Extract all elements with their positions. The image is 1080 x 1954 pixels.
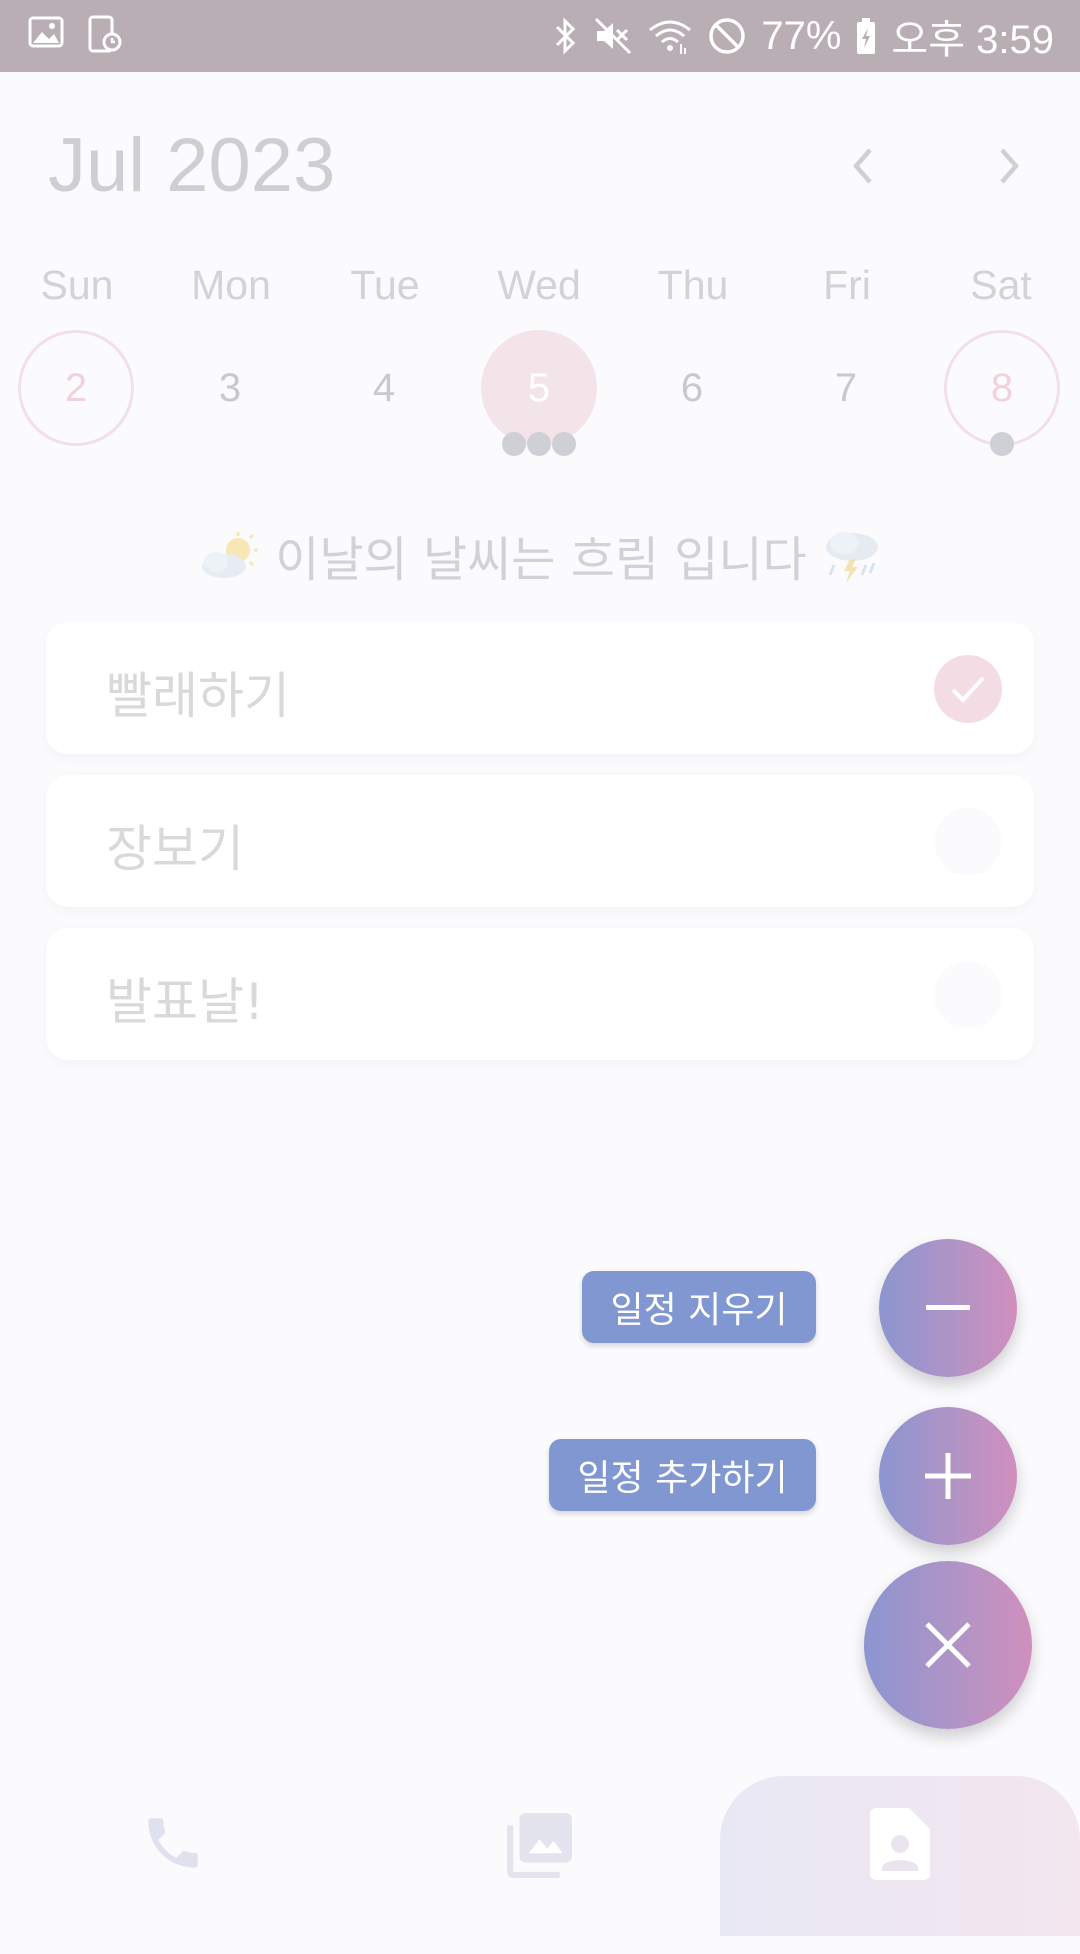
previous-week-button[interactable] <box>838 140 890 192</box>
phone-icon <box>148 1818 198 1868</box>
task-item[interactable]: 장보기 <box>46 775 1034 907</box>
battery-icon <box>855 16 877 56</box>
image-icon <box>28 14 64 54</box>
weekday-fri: Fri <box>823 262 871 308</box>
tab-contact-document[interactable] <box>870 1808 934 1952</box>
weekday-thu: Thu <box>657 262 729 308</box>
task-item[interactable]: 발표날! <box>46 928 1034 1060</box>
status-bar: 77% 오후 3:59 <box>0 0 1080 72</box>
day-cell-3[interactable]: 3 <box>172 330 288 446</box>
event-dot <box>502 432 526 456</box>
chevron-left-icon <box>853 148 872 184</box>
minus-icon <box>926 1305 970 1310</box>
plus-icon <box>925 1453 971 1499</box>
weather-text: 이날의 날씨는 흐림 입니다 <box>275 532 807 588</box>
close-menu-button[interactable] <box>864 1561 1032 1729</box>
day-cell-2[interactable]: 2 <box>18 330 134 446</box>
weekday-sun: Sun <box>40 262 114 308</box>
weekday-sat: Sat <box>970 262 1032 308</box>
task-title: 발표날! <box>106 973 265 1031</box>
add-schedule-button[interactable] <box>879 1407 1017 1545</box>
gallery-icon <box>507 1813 572 1878</box>
checkmark-icon <box>951 676 985 703</box>
bottom-navigation <box>0 1776 1080 1936</box>
screen-record-icon <box>86 14 122 54</box>
weekday-header: Sun Mon Tue Wed Thu Fri Sat <box>0 262 1080 312</box>
task-checkbox[interactable] <box>934 808 1002 876</box>
event-markers <box>0 432 1080 462</box>
event-dot <box>527 432 551 456</box>
contact-document-icon <box>870 1808 930 1880</box>
mute-icon <box>593 16 633 56</box>
wifi-icon <box>647 16 693 56</box>
cloud-rain-lightning-icon <box>822 529 882 597</box>
day-cell-4[interactable]: 4 <box>326 330 442 446</box>
clock: 오후 3:59 <box>891 18 1054 62</box>
day-cell-5-selected[interactable]: 5 <box>481 330 597 446</box>
do-not-disturb-icon <box>707 16 747 56</box>
weekday-wed: Wed <box>497 262 581 308</box>
sun-behind-cloud-icon <box>198 532 260 594</box>
weather-banner: 이날의 날씨는 흐림 입니다 <box>0 520 1080 597</box>
month-title: Jul 2023 <box>48 123 336 208</box>
battery-percent: 77% <box>761 13 842 58</box>
task-checkbox-checked[interactable] <box>934 655 1002 723</box>
bluetooth-icon <box>553 16 579 56</box>
delete-schedule-label[interactable]: 일정 지우기 <box>582 1271 816 1343</box>
tab-gallery[interactable] <box>500 1810 580 1954</box>
chevron-right-icon <box>1000 148 1019 184</box>
weekday-tue: Tue <box>350 262 420 308</box>
add-schedule-label[interactable]: 일정 추가하기 <box>549 1439 816 1511</box>
task-title: 빨래하기 <box>106 667 290 725</box>
task-checkbox[interactable] <box>934 961 1002 1029</box>
next-week-button[interactable] <box>982 140 1034 192</box>
day-cell-8[interactable]: 8 <box>944 330 1060 446</box>
close-icon <box>925 1622 971 1668</box>
day-cell-6[interactable]: 6 <box>634 330 750 446</box>
event-dot <box>552 432 576 456</box>
weekday-mon: Mon <box>191 262 271 308</box>
delete-schedule-button[interactable] <box>879 1239 1017 1377</box>
tab-phone[interactable] <box>140 1810 220 1954</box>
day-cell-7[interactable]: 7 <box>788 330 904 446</box>
event-dot <box>990 432 1014 456</box>
task-title: 장보기 <box>106 820 244 878</box>
task-item[interactable]: 빨래하기 <box>46 622 1034 754</box>
